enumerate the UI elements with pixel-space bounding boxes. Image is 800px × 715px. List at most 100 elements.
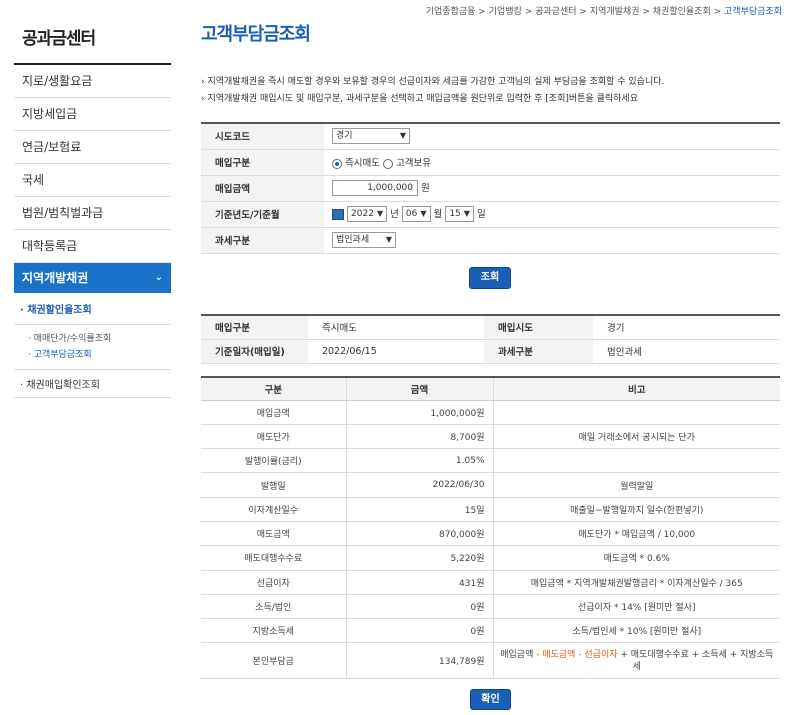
sidebar-subsub-group: · 매매단가/수익률조회 · 고객부담금조회	[14, 325, 171, 370]
note-part: 매입금액	[500, 649, 537, 660]
chevron-down-icon: ▼	[399, 131, 406, 141]
header-note: 비고	[493, 377, 780, 401]
radio-immediate-sell[interactable]	[332, 158, 342, 169]
result-summary: 매입구분 즉시매도 매입시도 경기 기준일자(매입일) 2022/06/15 과…	[201, 314, 780, 364]
page-title: 고객부담금조회	[201, 24, 311, 45]
chevron-down-icon: ⌄	[154, 272, 163, 283]
sidebar-sub-purchase-check[interactable]: · 채권매입확인조회	[14, 370, 171, 398]
chevron-down-icon: ▼	[463, 209, 470, 219]
note-part: + 매도대행수수료 + 소득세 + 지방소득세	[617, 649, 774, 672]
row-note: 월력말일	[493, 472, 780, 498]
row-category: 매도단가	[201, 424, 347, 450]
row-category: 지방소득세	[201, 618, 347, 644]
result-city-label: 매입시도	[484, 315, 593, 340]
row-category: 선급이자	[201, 570, 347, 595]
breadcrumb-item[interactable]: 기업뱅킹 >	[489, 7, 533, 17]
note-part-highlight: - 매도금액 - 선급이자	[536, 649, 618, 660]
sidebar: 공과금센터 지로/생활요금 지방세입금 연금/보험료 국세 법원/범칙벌과금 대…	[14, 12, 171, 398]
calendar-icon[interactable]	[332, 208, 344, 220]
sidebar-subsub-price[interactable]: · 매매단가/수익률조회	[28, 331, 171, 347]
type-label: 매입구분	[201, 149, 324, 176]
result-tax-value: 법인과세	[593, 339, 780, 364]
row-amount: 5,220원	[346, 545, 494, 571]
sidebar-item-label: 지역개발채권	[22, 271, 89, 285]
sidebar-item-tuition[interactable]: 대학등록금	[14, 230, 171, 263]
table-row: 매도금액 870,000원 매도단가 * 매입금액 / 10,000	[201, 521, 780, 547]
city-label: 시도코드	[201, 123, 324, 150]
row-category: 이자계산일수	[201, 497, 347, 522]
city-value: 경기	[336, 131, 353, 142]
sidebar-item-national-tax[interactable]: 국세	[14, 164, 171, 197]
search-form: 시도코드 경기 ▼ 매입구분 즉시매도 고객보유 매입금액 1,000,000 원…	[201, 122, 780, 254]
detail-table: 구분 금액 비고 매입금액 1,000,000원 매도단가 8,700원 매일 거래소…	[201, 376, 780, 680]
row-note: 매입금액 - 매도금액 - 선급이자 + 매도대행수수료 + 소득세 + 지방소…	[493, 642, 780, 680]
sidebar-item-giro[interactable]: 지로/생활요금	[14, 65, 171, 98]
breadcrumb-current: 고객부담금조회	[724, 7, 782, 17]
table-row: 선급이자 431원 매입금액 * 지역개발채권발행금리 * 이자계산일수 / 365	[201, 570, 780, 595]
breadcrumb: 기업종합금융 > 기업뱅킹 > 공과금센터 > 지역개발채권 > 채권할인율조회…	[426, 4, 782, 17]
radio-label: 고객보유	[396, 158, 432, 169]
table-row: 매도단가 8,700원 매일 거래소에서 공시되는 단가	[201, 424, 780, 450]
table-row: 매입금액 1,000,000원	[201, 400, 780, 425]
sidebar-title: 공과금센터	[14, 12, 171, 65]
breadcrumb-item[interactable]: 기업종합금융 >	[426, 7, 486, 17]
search-button[interactable]: 조회	[469, 267, 511, 289]
row-note	[493, 448, 780, 474]
sidebar-item-local-tax[interactable]: 지방세입금	[14, 98, 171, 131]
table-row: 지방소득세 0원 소득/법인세 * 10% [원미만 절사]	[201, 618, 780, 644]
year-select[interactable]: 2022 ▼	[347, 206, 388, 223]
chevron-down-icon: ▼	[385, 235, 392, 244]
row-note: 선급이자 * 14% [원미만 절사]	[493, 594, 780, 620]
sidebar-item-court[interactable]: 법원/범칙벌과금	[14, 197, 171, 230]
row-note	[493, 400, 780, 425]
result-city-value: 경기	[593, 315, 780, 340]
day-select[interactable]: 15 ▼	[445, 206, 474, 223]
result-type-value: 즉시매도	[308, 315, 484, 340]
breadcrumb-item[interactable]: 공과금센터 >	[535, 7, 587, 17]
year-value: 2022	[351, 209, 374, 220]
radio-customer-hold[interactable]	[383, 158, 394, 169]
note-line: › 지역개발채권 매입시도 및 매입구분, 과세구분을 선택하고 매입금액을 원…	[201, 94, 638, 104]
won-unit: 원	[421, 182, 430, 194]
breadcrumb-item[interactable]: 지역개발채권 >	[590, 7, 650, 17]
month-select[interactable]: 06 ▼	[401, 206, 431, 223]
row-note: 매출일~발행일까지 일수(한편넣기)	[493, 497, 780, 522]
result-tax-label: 과세구분	[484, 339, 593, 364]
amount-label: 매입금액	[201, 175, 324, 202]
row-amount: 0원	[346, 594, 494, 620]
year-unit: 년	[390, 208, 399, 220]
row-category: 매도대행수수료	[201, 545, 347, 571]
note-line: › 지역개발채권을 즉시 매도할 경우와 보유할 경우의 선급이자와 세금를 가…	[201, 77, 665, 87]
header-amount: 금액	[346, 377, 494, 401]
row-note: 소득/법인세 * 10% [원미만 절사]	[493, 618, 780, 644]
sidebar-subsub-customer-burden[interactable]: · 고객부담금조회	[28, 347, 171, 363]
sidebar-sub-discount-rate[interactable]: · 채권할인율조회	[14, 293, 171, 325]
table-row: 이자계산일수 15일 매출일~발행일까지 일수(한편넣기)	[201, 497, 780, 522]
tax-value: 법인과세	[336, 235, 370, 245]
table-row: 소득/법인 0원 선급이자 * 14% [원미만 절사]	[201, 594, 780, 620]
table-row: 발행이률(금리) 1.05%	[201, 448, 780, 474]
confirm-button[interactable]: 확인	[470, 689, 511, 710]
row-note: 매일 거래소에서 공시되는 단가	[493, 424, 780, 450]
row-category: 발행일	[201, 472, 347, 498]
month-value: 06	[405, 209, 418, 220]
amount-input[interactable]: 1,000,000	[332, 180, 418, 197]
row-amount: 1,000,000원	[346, 400, 494, 425]
row-amount: 1.05%	[346, 448, 494, 474]
row-category: 매도금액	[201, 521, 347, 547]
row-note: 매입금액 * 지역개발채권발행금리 * 이자계산일수 / 365	[493, 570, 780, 595]
row-amount: 2022/06/30	[346, 472, 494, 498]
chevron-down-icon: ▼	[420, 209, 427, 219]
result-type-label: 매입구분	[201, 315, 308, 340]
row-category: 매입금액	[201, 400, 347, 425]
row-note: 매도금액 * 0.6%	[493, 545, 780, 571]
tax-select[interactable]: 법인과세 ▼	[332, 232, 396, 248]
sidebar-item-regional-bond[interactable]: 지역개발채권 ⌄	[14, 263, 171, 293]
city-select[interactable]: 경기 ▼	[332, 128, 410, 145]
breadcrumb-item[interactable]: 채권할인율조회 >	[653, 7, 721, 17]
row-amount: 431원	[346, 570, 494, 595]
day-value: 15	[449, 209, 461, 220]
sidebar-item-pension[interactable]: 연금/보험료	[14, 131, 171, 164]
row-amount: 870,000원	[346, 521, 494, 547]
notes: › 지역개발채권을 즉시 매도할 경우와 보유할 경우의 선급이자와 세금를 가…	[201, 74, 664, 108]
